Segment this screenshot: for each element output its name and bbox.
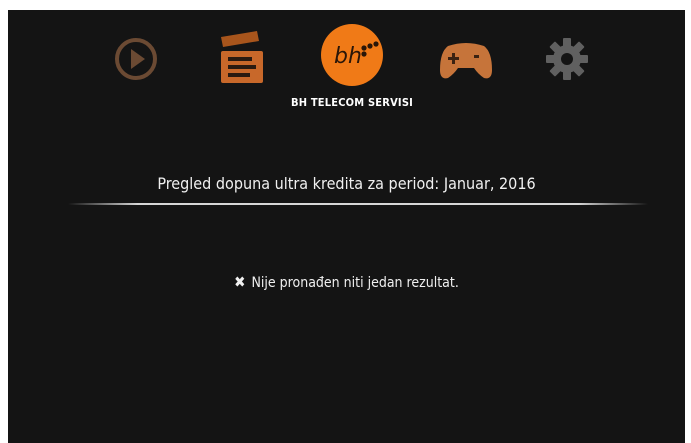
menu-item-games[interactable] xyxy=(436,36,496,84)
top-menu: bh BH TELECOM SERVISI xyxy=(8,10,685,130)
clapperboard-icon xyxy=(221,31,263,83)
menu-item-bh-telecom[interactable]: bh xyxy=(319,22,385,88)
empty-result-message: ✖ Nije pronađen niti jedan rezultat. xyxy=(8,273,685,291)
title-divider xyxy=(68,203,648,205)
menu-active-label: BH TELECOM SERVISI xyxy=(290,96,414,109)
bh-logo-icon: bh xyxy=(321,24,383,86)
menu-item-movies[interactable] xyxy=(211,28,271,88)
menu-item-play[interactable] xyxy=(111,34,161,84)
page-title: Pregled dopuna ultra kredita za period: … xyxy=(157,174,536,193)
empty-result-text: Nije pronađen niti jedan rezultat. xyxy=(251,275,459,291)
play-icon xyxy=(115,38,157,80)
tv-screen: bh BH TELECOM SERVISI Pregled dopuna ult… xyxy=(8,10,685,443)
gear-icon xyxy=(546,38,588,80)
menu-item-settings[interactable] xyxy=(542,34,592,84)
gamepad-icon xyxy=(440,43,492,79)
bh-logo-text: bh xyxy=(334,44,362,69)
close-icon: ✖ xyxy=(234,273,246,291)
